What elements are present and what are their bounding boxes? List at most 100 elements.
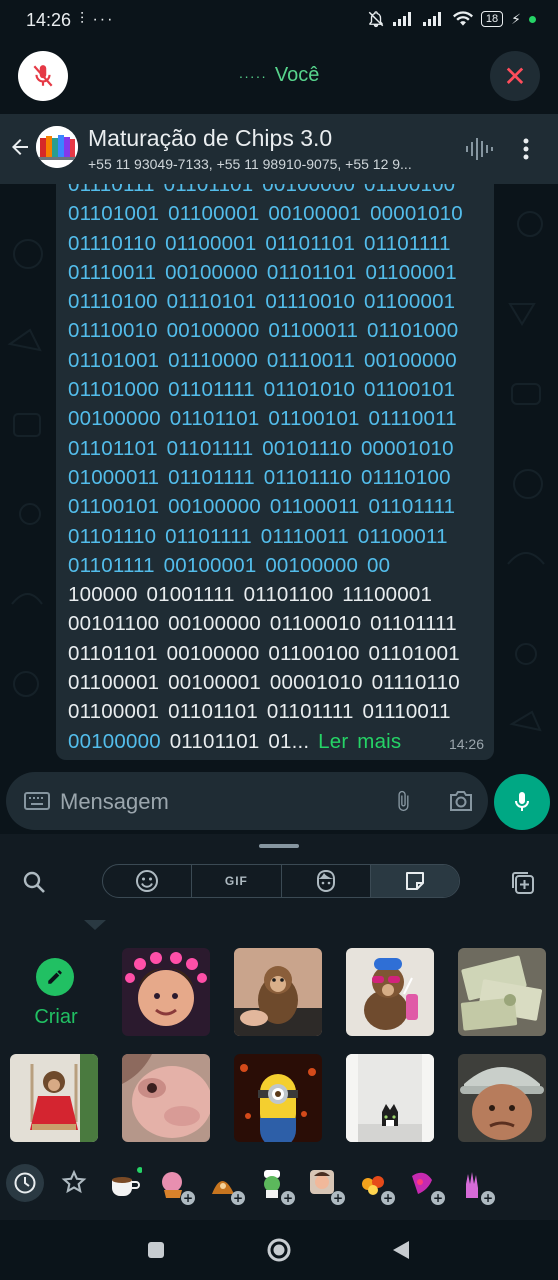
message-line[interactable]: 00100000 01101101 01100101 01110011: [68, 404, 488, 433]
pack-3[interactable]: +: [206, 1166, 245, 1205]
monkey-closeup-sticker[interactable]: [122, 1054, 210, 1142]
pack-2[interactable]: +: [156, 1166, 195, 1205]
message-time: 14:26: [448, 736, 484, 752]
recents-square-icon[interactable]: [147, 1241, 165, 1264]
camera-icon[interactable]: [448, 790, 474, 817]
back-triangle-icon[interactable]: [392, 1240, 410, 1265]
girl-hearts-sticker[interactable]: [122, 948, 210, 1036]
sticker-pack-tray: + + + + + + +: [0, 1158, 558, 1210]
message-line[interactable]: 01101001 01110000 01110011 00100000: [68, 346, 488, 375]
message-link-fragment[interactable]: 00100000: [68, 730, 161, 753]
message-line: 00101100 00100000 01100010 01101111: [68, 612, 457, 636]
favorites-tab[interactable]: [60, 1166, 96, 1202]
pencil-icon: [48, 970, 62, 984]
tab-gif[interactable]: GIF: [192, 865, 282, 897]
create-sticker-label[interactable]: Criar: [26, 1006, 86, 1029]
add-sticker-icon[interactable]: [510, 870, 536, 901]
message-line: 01101101 00100000 01100100 01101001: [68, 641, 460, 665]
message-line[interactable]: 01101111 00100001 00100000 00: [68, 551, 488, 580]
active-dot-icon: [529, 15, 536, 23]
tab-gif-label: GIF: [224, 874, 248, 888]
message-last-line: 00100000 01101101 01... Ler mais: [68, 727, 488, 756]
monkey-red-dress-sticker[interactable]: [10, 1054, 98, 1142]
monkey-sunglasses-drink-sticker[interactable]: [346, 948, 434, 1036]
pack-5[interactable]: +: [306, 1166, 345, 1205]
cat-peeking-sticker[interactable]: [346, 1054, 434, 1142]
call-participant[interactable]: ····· Você: [0, 64, 558, 87]
end-call-button[interactable]: ✕: [490, 51, 540, 101]
signal-1-icon: [392, 12, 411, 26]
message-line[interactable]: 01110010 00100000 01100011 01101000: [68, 316, 488, 345]
message-line[interactable]: 01110011 00100000 01101101 01100001: [68, 258, 488, 287]
message-line[interactable]: 01101000 01101111 01101010 01100101: [68, 375, 488, 404]
chat-area: 01110111 01101101 00100000 01100100 0110…: [0, 184, 558, 776]
money-bills-sticker[interactable]: [458, 948, 546, 1036]
message-line: 01100001 00100001 00001010 01110110: [68, 671, 460, 695]
chat-header: Maturação de Chips 3.0 +55 11 93049-7133…: [0, 114, 558, 184]
battery-icon: 18: [480, 11, 504, 27]
message-line: 01100001 01101101 01101111 01110011: [68, 700, 451, 724]
wifi-icon: [452, 11, 473, 26]
recent-stickers-tab[interactable]: [6, 1164, 44, 1202]
tab-avatar[interactable]: [282, 865, 371, 897]
voice-wave-icon[interactable]: [464, 136, 494, 167]
voice-record-button[interactable]: [494, 774, 550, 830]
svg-text:+: +: [183, 1191, 193, 1205]
pack-8[interactable]: +: [456, 1166, 495, 1205]
ongoing-call-bar: ····· Você ✕: [0, 40, 558, 114]
system-nav-bar: [0, 1220, 558, 1280]
group-members[interactable]: +55 11 93049-7133, +55 11 98910-9075, +5…: [88, 156, 448, 172]
message-line[interactable]: 01000011 01101111 01101110 01110100: [68, 463, 488, 492]
svg-text:+: +: [483, 1191, 493, 1205]
message-input[interactable]: Mensagem: [6, 772, 488, 830]
message-plain-fragment: 01101101 01...: [160, 729, 310, 753]
avatar-icon: [316, 869, 335, 893]
back-arrow-icon[interactable]: [8, 134, 32, 166]
charging-icon: ⚡: [511, 10, 521, 27]
message-line[interactable]: 01101101 01101111 00101110 00001010: [68, 434, 488, 463]
recent-icon: [14, 1172, 36, 1194]
pack-4[interactable]: +: [256, 1166, 295, 1205]
svg-text:+: +: [333, 1191, 343, 1205]
tab-sticker[interactable]: [370, 865, 459, 897]
pack-6[interactable]: +: [356, 1166, 395, 1205]
coffee-cup-sticker[interactable]: [106, 1166, 143, 1202]
svg-text:+: +: [433, 1191, 443, 1205]
call-participant-name: Você: [274, 64, 320, 86]
emoji-icon: [136, 870, 159, 892]
message-line[interactable]: 01110110 01100001 01101101 01101111: [68, 229, 488, 258]
star-icon: [61, 1169, 87, 1194]
create-sticker-button[interactable]: [36, 958, 74, 996]
message-input-bar: Mensagem: [0, 772, 558, 834]
sticker-icon: [405, 872, 424, 890]
books-icon: [36, 126, 78, 168]
message-line[interactable]: 01100101 00100000 01100011 01101111: [68, 492, 488, 521]
message-line[interactable]: 01110100 01110101 01110010 01100001: [68, 287, 488, 316]
svg-text:+: +: [233, 1191, 243, 1205]
message-line-partial[interactable]: 01110111 01101101 00100000 01100100: [68, 184, 488, 199]
svg-text:+: +: [383, 1191, 393, 1205]
svg-text:+: +: [283, 1191, 293, 1205]
tab-emoji[interactable]: [103, 865, 193, 897]
message-text[interactable]: 01110111 01101101 00100000 01100100 0110…: [68, 184, 488, 756]
attach-icon[interactable]: [392, 788, 414, 819]
read-more-link[interactable]: Ler mais: [318, 730, 401, 753]
status-bar: 14:26 ⫶ ··· 18 ⚡: [0, 0, 558, 40]
status-notification-icons: ⫶ ···: [80, 11, 115, 28]
minion-sticker[interactable]: [234, 1054, 322, 1142]
group-avatar[interactable]: [36, 126, 78, 168]
search-icon[interactable]: [22, 870, 46, 899]
panel-drag-handle[interactable]: [259, 844, 299, 848]
keyboard-icon[interactable]: [24, 792, 50, 815]
man-cap-sticker[interactable]: [458, 1054, 546, 1142]
signal-2-icon: [422, 12, 441, 26]
pack-7[interactable]: +: [406, 1166, 445, 1205]
message-line[interactable]: 01101001 01100001 00100001 00001010: [68, 199, 488, 228]
monkey-held-sticker[interactable]: [234, 948, 322, 1036]
message-placeholder[interactable]: Mensagem: [60, 789, 169, 815]
message-line[interactable]: 01101110 01101111 01110011 01100011: [68, 522, 488, 551]
message-bubble[interactable]: 01110111 01101101 00100000 01100100 0110…: [56, 184, 494, 760]
group-name[interactable]: Maturação de Chips 3.0: [88, 125, 332, 152]
home-circle-icon[interactable]: [267, 1238, 291, 1267]
more-vert-icon[interactable]: [522, 138, 530, 165]
